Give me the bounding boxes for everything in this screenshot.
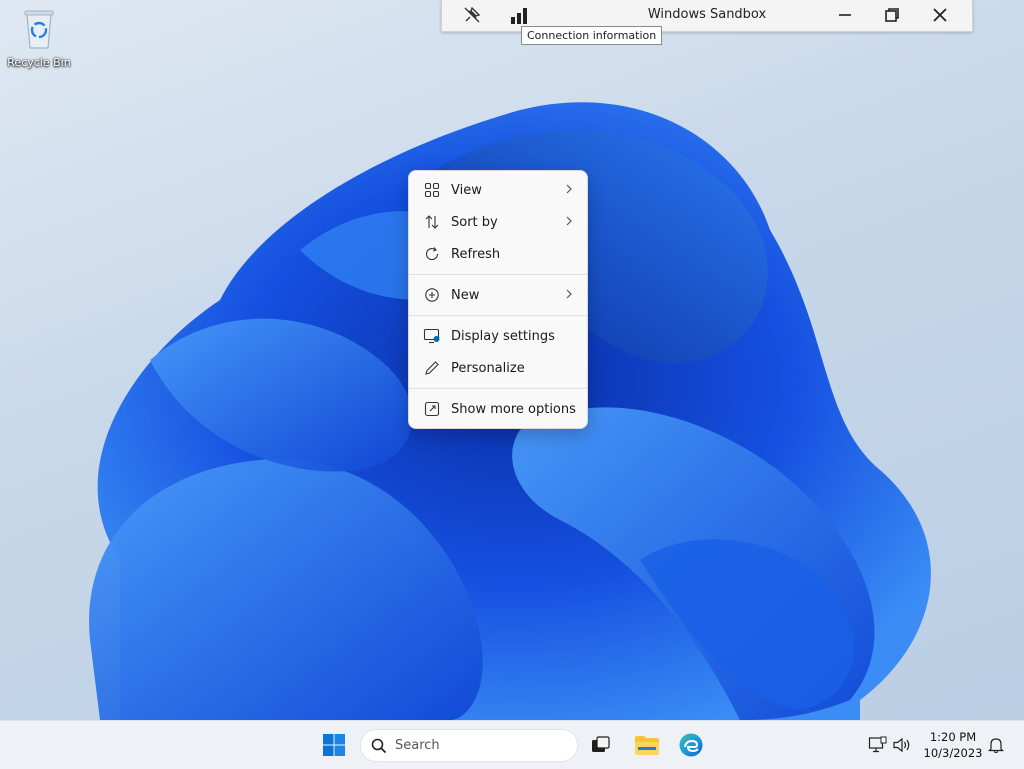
connection-bars-icon [511,8,527,24]
restore-icon [885,8,899,22]
desktop-context-menu: View Sort by Refresh New Display setting… [408,170,588,429]
taskbar-search[interactable]: Search [360,729,578,762]
volume-button[interactable] [886,729,918,761]
pen-icon [425,361,439,375]
recycle-bin-shortcut[interactable]: Recycle Bin [6,8,72,69]
connection-title: Windows Sandbox [647,7,767,22]
menu-item-label: Personalize [451,360,525,376]
task-view-icon [592,736,610,752]
bell-icon [988,738,1004,754]
notifications-button[interactable] [980,729,1012,761]
menu-separator [409,315,587,316]
file-explorer-button[interactable] [631,729,663,761]
menu-separator [409,274,587,275]
pin-icon [464,6,481,23]
taskbar: Search 1:20 PM 10/3/2023 [0,720,1024,769]
recycle-bin-label: Recycle Bin [7,56,71,69]
menu-item-label: Sort by [451,214,498,230]
menu-item-view[interactable]: View [409,174,587,206]
edge-icon [679,733,703,757]
connection-info-button[interactable] [507,3,533,27]
folder-icon [635,736,659,755]
clock-date: 10/3/2023 [923,746,983,760]
recycle-bin-icon [24,10,54,49]
chevron-right-icon [566,184,572,194]
minimize-button[interactable] [832,3,858,27]
search-icon [371,738,387,753]
menu-item-display-settings[interactable]: Display settings [409,320,587,352]
menu-separator [409,388,587,389]
menu-item-label: New [451,287,480,303]
chevron-right-icon [566,216,572,226]
menu-item-new[interactable]: New [409,279,587,311]
edge-browser-button[interactable] [675,729,707,761]
menu-item-personalize[interactable]: Personalize [409,352,587,384]
close-button[interactable] [927,3,953,27]
refresh-icon [425,247,439,261]
task-view-button[interactable] [584,729,616,761]
menu-item-refresh[interactable]: Refresh [409,238,587,270]
windows-logo-icon [323,734,345,756]
sort-icon [425,215,439,229]
menu-item-label: View [451,182,482,198]
clock-time: 1:20 PM [929,730,977,744]
chevron-right-icon [566,289,572,299]
taskbar-clock[interactable]: 1:20 PM 10/3/2023 [918,729,988,761]
volume-icon [893,737,910,753]
menu-item-show-more-options[interactable]: Show more options [409,393,587,425]
display-icon [423,328,440,344]
menu-item-sort-by[interactable]: Sort by [409,206,587,238]
grid-icon [424,182,440,198]
restore-button[interactable] [879,3,905,27]
menu-item-label: Show more options [451,401,576,417]
minimize-icon [839,14,851,16]
menu-item-label: Display settings [451,328,555,344]
plus-circle-icon [425,288,439,302]
expand-icon [424,401,440,417]
close-icon [933,8,947,22]
menu-item-label: Refresh [451,246,501,262]
start-button[interactable] [318,729,350,761]
pin-button[interactable] [459,3,485,27]
connection-tooltip: Connection information [521,26,663,45]
search-placeholder: Search [395,738,440,753]
network-ethernet-icon [868,736,887,753]
